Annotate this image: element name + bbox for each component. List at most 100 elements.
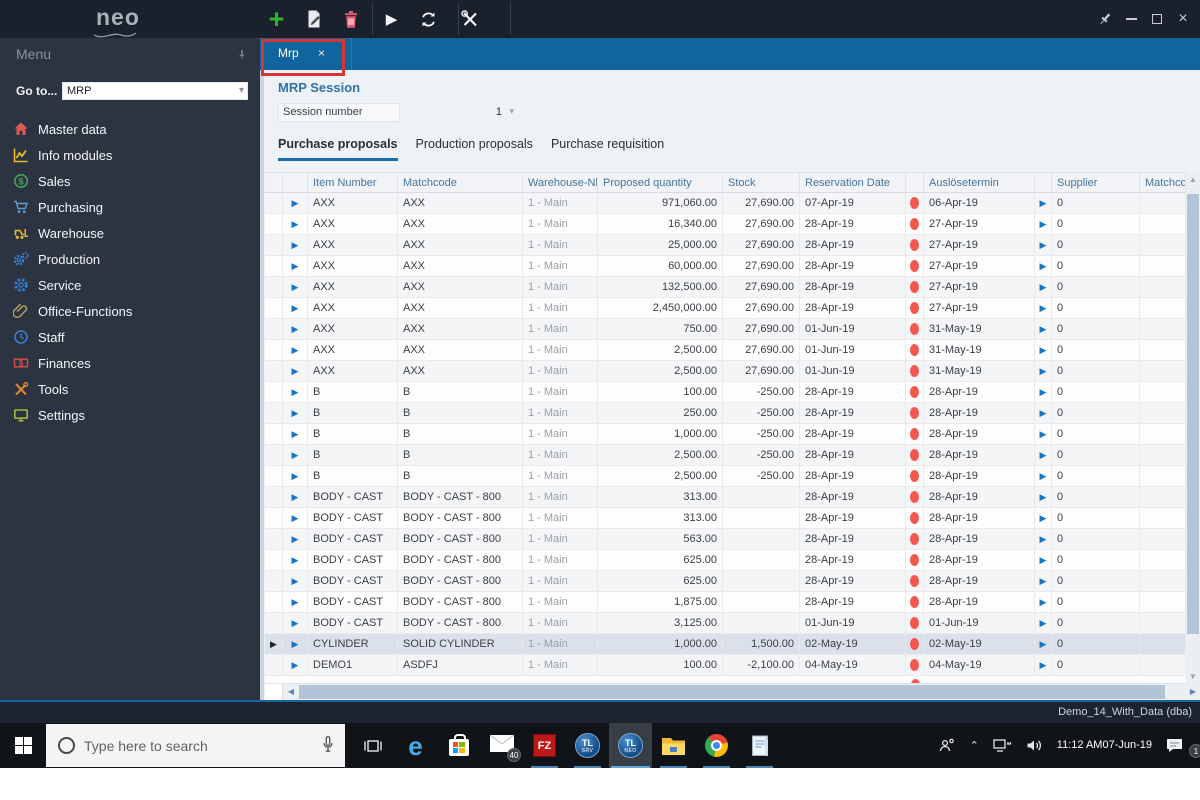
table-row[interactable]: ▶AXXAXX1 - Main60,000.0027,690.0028-Apr-… [265,256,1186,277]
expand-row-cell[interactable]: ▶ [283,466,308,487]
sidebar-item-office-functions[interactable]: Office-Functions [0,298,260,324]
table-row[interactable]: ▶BODY - CASTBODY - CAST - 8001 - Main1,8… [265,592,1186,613]
supplier-drilldown-cell[interactable]: ▶ [1035,319,1052,340]
supplier-drilldown-cell[interactable]: ▶ [1035,466,1052,487]
supplier-drilldown-cell[interactable]: ▶ [1035,487,1052,508]
sidebar-pin-icon[interactable] [236,48,248,66]
expand-row-cell[interactable]: ▶ [283,214,308,235]
tab-production-proposals[interactable]: Production proposals [416,137,533,161]
supplier-drilldown-cell[interactable]: ▶ [1035,550,1052,571]
table-row[interactable]: ▶BODY - CASTBODY - CAST - 8001 - Main625… [265,550,1186,571]
table-row[interactable]: ▶AXXAXX1 - Main750.0027,690.0001-Jun-193… [265,319,1186,340]
expand-row-cell[interactable]: ▶ [283,508,308,529]
tab-close-icon[interactable]: × [318,46,325,60]
expand-row-cell[interactable]: ▶ [283,571,308,592]
supplier-drilldown-cell[interactable]: ▶ [1035,634,1052,655]
expand-row-cell[interactable]: ▶ [283,487,308,508]
column-header-matchcode[interactable]: Matchcode [1140,173,1186,192]
column-header-reservation-date[interactable]: Reservation Date [800,173,906,192]
run-button[interactable]: ▶ [373,0,410,38]
supplier-drilldown-cell[interactable]: ▶ [1035,655,1052,676]
scroll-up-icon[interactable]: ▲ [1186,172,1200,187]
expand-row-cell[interactable]: ▶ [283,613,308,634]
sidebar-item-finances[interactable]: $Finances [0,350,260,376]
scroll-right-icon[interactable]: ▶ [1186,684,1200,700]
expand-row-cell[interactable]: ▶ [283,634,308,655]
action-center-button[interactable]: 1 [1158,737,1196,754]
sidebar-item-service[interactable]: Service [0,272,260,298]
supplier-drilldown-cell[interactable]: ▶ [1035,529,1052,550]
supplier-drilldown-cell[interactable]: ▶ [1035,508,1052,529]
table-row[interactable]: ▶AXXAXX1 - Main25,000.0027,690.0028-Apr-… [265,235,1186,256]
supplier-drilldown-cell[interactable]: ▶ [1035,256,1052,277]
supplier-drilldown-cell[interactable]: ▶ [1035,361,1052,382]
table-row[interactable]: ▶BODY - CASTBODY - CAST - 8001 - Main563… [265,529,1186,550]
supplier-drilldown-cell[interactable]: ▶ [1035,214,1052,235]
minimize-button[interactable] [1118,0,1144,38]
tab-mrp[interactable]: Mrp × [262,38,352,70]
column-header-warehouse-nbr[interactable]: Warehouse-Nbr [523,173,598,192]
vertical-scrollbar[interactable]: ▲ ▼ [1186,172,1200,684]
tab-purchase-requisition[interactable]: Purchase requisition [551,137,664,161]
table-row[interactable]: ▶AXXAXX1 - Main2,500.0027,690.0001-Jun-1… [265,340,1186,361]
table-row[interactable]: ▶DEMO1ASDFJ1 - Main100.00-2,100.0004-May… [265,655,1186,676]
goto-combobox[interactable]: MRP ▾ [62,82,248,100]
supplier-drilldown-cell[interactable]: ▶ [1035,382,1052,403]
sidebar-item-settings[interactable]: Settings [0,402,260,428]
close-button[interactable]: × [1170,0,1196,38]
delete-button[interactable] [332,0,369,38]
supplier-drilldown-cell[interactable]: ▶ [1035,193,1052,214]
taskbar-app-mail[interactable]: 40 [480,723,523,768]
horizontal-scroll-thumb[interactable] [299,685,1165,699]
table-row[interactable]: ▶BB1 - Main2,500.00-250.0028-Apr-1928-Ap… [265,445,1186,466]
sidebar-item-purchasing[interactable]: Purchasing [0,194,260,220]
search-input[interactable] [84,724,304,767]
table-row[interactable]: ▶AXXAXX1 - Main16,340.0027,690.0028-Apr-… [265,214,1186,235]
expand-row-cell[interactable]: ▶ [283,655,308,676]
expand-row-cell[interactable]: ▶ [283,550,308,571]
expand-row-cell[interactable]: ▶ [283,277,308,298]
taskbar-app-tl-srv[interactable]: TLSRV [566,723,609,768]
taskbar-app-edge[interactable]: e [394,723,437,768]
table-row[interactable]: ▶BODY - CASTBODY - CAST - 8001 - Main313… [265,508,1186,529]
sidebar-item-sales[interactable]: $Sales [0,168,260,194]
table-row[interactable]: ▶AXXAXX1 - Main971,060.0027,690.0007-Apr… [265,193,1186,214]
show-hidden-icons-chevron[interactable]: ⌃ [963,739,986,752]
taskbar-app-chrome[interactable] [695,723,738,768]
expand-row-cell[interactable]: ▶ [283,403,308,424]
expand-row-cell[interactable]: ▶ [283,424,308,445]
supplier-drilldown-cell[interactable]: ▶ [1035,592,1052,613]
microphone-icon[interactable] [321,735,335,760]
supplier-drilldown-cell[interactable]: ▶ [1035,340,1052,361]
vertical-scroll-thumb[interactable] [1187,194,1199,634]
expand-row-cell[interactable]: ▶ [283,235,308,256]
volume-icon[interactable] [1019,738,1051,753]
pin-window-button[interactable] [1092,0,1118,38]
refresh-button[interactable] [410,0,447,38]
column-header-stock[interactable]: Stock [723,173,800,192]
column-header-supplier[interactable]: Supplier [1052,173,1140,192]
column-header-item-number[interactable]: Item Number [308,173,398,192]
table-row[interactable]: ▶AXXAXX1 - Main2,450,000.0027,690.0028-A… [265,298,1186,319]
network-icon[interactable] [986,738,1019,753]
expand-row-cell[interactable]: ▶ [283,319,308,340]
start-button[interactable] [0,723,46,768]
expand-row-cell[interactable]: ▶ [283,340,308,361]
scroll-down-icon[interactable]: ▼ [1186,669,1200,684]
expand-row-cell[interactable]: ▶ [283,445,308,466]
table-row[interactable]: ▶BODY - CASTBODY - CAST - 8001 - Main625… [265,571,1186,592]
taskbar-app-file-explorer[interactable] [652,723,695,768]
table-row[interactable]: ▶AXXAXX1 - Main2,500.0027,690.0001-Jun-1… [265,361,1186,382]
column-header-matchcode[interactable]: Matchcode [398,173,523,192]
add-button[interactable]: + [258,0,295,38]
table-row[interactable]: ▶BB1 - Main2,500.00-250.0028-Apr-1928-Ap… [265,466,1186,487]
session-number-field[interactable]: 1 ▾ [400,103,518,122]
column-header-ausl-setermin[interactable]: Auslösetermin [924,173,1035,192]
supplier-drilldown-cell[interactable]: ▶ [1035,277,1052,298]
sidebar-item-master-data[interactable]: Master data [0,116,260,142]
sidebar-item-tools[interactable]: Tools [0,376,260,402]
table-row[interactable]: ▶BB1 - Main1,000.00-250.0028-Apr-1928-Ap… [265,424,1186,445]
sidebar-item-info-modules[interactable]: Info modules [0,142,260,168]
supplier-drilldown-cell[interactable]: ▶ [1035,445,1052,466]
expand-row-cell[interactable]: ▶ [283,298,308,319]
